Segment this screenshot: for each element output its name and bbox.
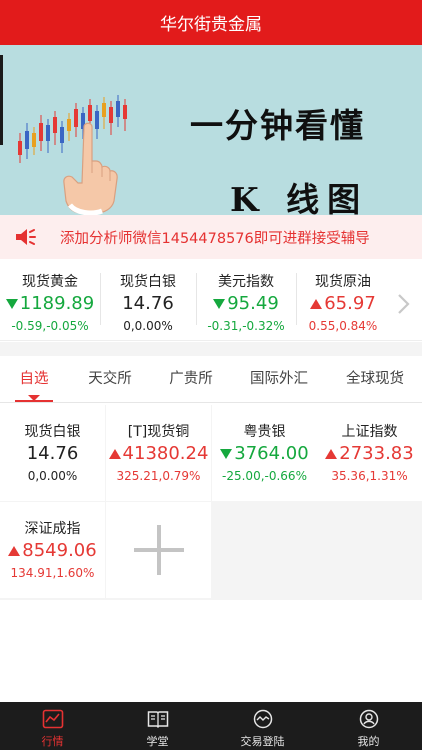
tab-pointer [28, 395, 40, 401]
section-gap [0, 342, 422, 356]
watchlist-card[interactable]: [T]现货铜 41380.24 325.21,0.79% [106, 405, 211, 501]
notice-text: 添加分析师微信1454478576即可进群接受辅导 [60, 230, 370, 247]
quote-change: 0,0.00% [123, 319, 173, 333]
card-change: 325.21,0.79% [116, 469, 201, 483]
speaker-icon [16, 229, 36, 245]
plus-icon [133, 525, 184, 575]
card-price-row: 14.76 [0, 443, 105, 464]
bottom-nav: 行情 学堂 交易登陆 我的 [0, 702, 422, 750]
nav-label: 我的 [357, 735, 380, 748]
quote-price: 95.49 [227, 293, 279, 314]
watchlist-card[interactable]: 上证指数 2733.83 35.36,1.31% [317, 405, 422, 501]
quote-name: 美元指数 [218, 274, 274, 290]
card-change: -25.00,-0.66% [222, 469, 307, 483]
card-price-row: 2733.83 [317, 443, 422, 464]
watchlist-card[interactable]: 深证成指 8549.06 134.91,1.60% [0, 502, 105, 598]
card-price-row: 41380.24 [106, 443, 211, 464]
tab-guangdong-exchange[interactable]: 广贵所 [152, 356, 230, 403]
app-header: 华尔街贵金属 [0, 0, 422, 45]
quote-price-row: 14.76 [100, 293, 196, 314]
down-arrow-icon [213, 298, 226, 309]
down-arrow-icon [5, 298, 18, 309]
quote-price: 1189.89 [19, 293, 95, 314]
nav-profile[interactable]: 我的 [316, 702, 421, 750]
card-name: [T]现货铜 [127, 424, 190, 440]
add-watchlist-button[interactable] [106, 502, 211, 598]
promo-banner[interactable]: 一分钟看懂 K 线图 [0, 45, 422, 215]
user-icon [359, 709, 379, 729]
banner-title-line1: 一分钟看懂 [190, 106, 365, 145]
banner-title-line2: K 线图 [230, 180, 369, 215]
trade-icon [253, 709, 273, 729]
card-price: 41380.24 [122, 443, 209, 464]
up-arrow-icon [108, 448, 121, 459]
nav-school[interactable]: 学堂 [105, 702, 210, 750]
chart-icon [42, 709, 64, 729]
card-price: 8549.06 [22, 540, 97, 561]
quote-item[interactable]: 美元指数 95.49 -0.31,-0.32% [196, 259, 296, 341]
quote-price-row: 95.49 [196, 293, 296, 314]
up-arrow-icon [310, 298, 323, 309]
quote-name: 现货黄金 [22, 274, 78, 290]
watchlist-grid: 现货白银 14.76 0,0.00% [T]现货铜 41380.24 325.2… [0, 405, 422, 600]
card-change: 134.91,1.60% [10, 566, 95, 580]
card-price: 3764.00 [234, 443, 309, 464]
quote-price-row: 65.97 [296, 293, 390, 314]
up-arrow-icon [8, 545, 21, 556]
card-name: 现货白银 [24, 424, 81, 440]
nav-quotes[interactable]: 行情 [0, 702, 105, 750]
up-arrow-icon [325, 448, 338, 459]
quote-change: 0.55,0.84% [308, 319, 378, 333]
banner-edge [0, 55, 3, 145]
down-arrow-icon [220, 448, 233, 459]
pointing-hand-icon [63, 122, 118, 215]
card-price: 14.76 [26, 443, 79, 464]
book-icon [147, 711, 169, 729]
tab-global-spot[interactable]: 全球现货 [328, 356, 422, 403]
tab-tianjin-exchange[interactable]: 天交所 [68, 356, 152, 403]
watchlist-card[interactable]: 粤贵银 3764.00 -25.00,-0.66% [212, 405, 317, 501]
nav-label: 行情 [41, 735, 64, 748]
card-name: 深证成指 [24, 521, 81, 537]
quote-price: 65.97 [324, 293, 376, 314]
market-quote-strip[interactable]: 现货黄金 1189.89 -0.59,-0.05% 现货白银 14.76 0,0… [0, 259, 422, 341]
app-title: 华尔街贵金属 [160, 15, 262, 35]
watchlist-card[interactable]: 现货白银 14.76 0,0.00% [0, 405, 105, 501]
quote-name: 现货原油 [315, 274, 371, 290]
card-price-row: 3764.00 [212, 443, 317, 464]
chevron-right-icon[interactable] [396, 292, 412, 316]
nav-trade-login[interactable]: 交易登陆 [210, 702, 315, 750]
quote-item[interactable]: 现货白银 14.76 0,0.00% [100, 259, 196, 341]
nav-label: 交易登陆 [240, 735, 285, 748]
nav-label: 学堂 [146, 735, 169, 748]
quote-change: -0.59,-0.05% [11, 319, 89, 333]
card-change: 35.36,1.31% [331, 469, 408, 483]
quote-change: -0.31,-0.32% [207, 319, 285, 333]
notice-bar[interactable]: 添加分析师微信1454478576即可进群接受辅导 [0, 215, 422, 259]
card-price: 2733.83 [339, 443, 414, 464]
card-name: 粤贵银 [243, 424, 286, 440]
quote-price-row: 1189.89 [0, 293, 100, 314]
market-tabs: 自选 天交所 广贵所 国际外汇 全球现货 [0, 356, 422, 403]
tab-forex[interactable]: 国际外汇 [230, 356, 328, 403]
card-change: 0,0.00% [27, 469, 78, 483]
card-name: 上证指数 [341, 424, 398, 440]
quote-price: 14.76 [122, 293, 174, 314]
quote-name: 现货白银 [120, 274, 176, 290]
quote-item[interactable]: 现货黄金 1189.89 -0.59,-0.05% [0, 259, 100, 341]
card-price-row: 8549.06 [0, 540, 105, 561]
quote-item[interactable]: 现货原油 65.97 0.55,0.84% [296, 259, 390, 341]
